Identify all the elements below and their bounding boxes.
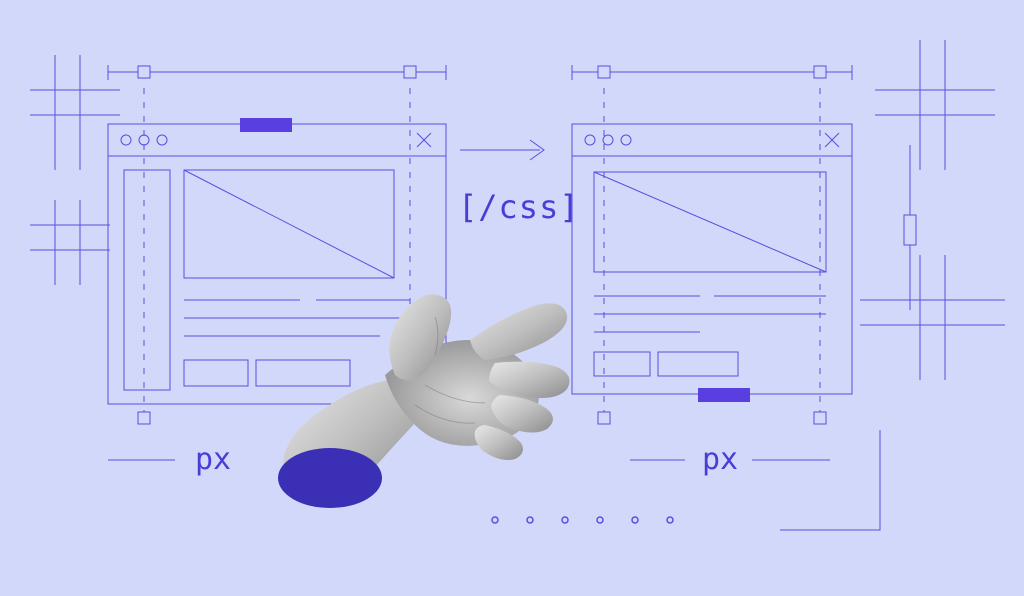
illustration-canvas: [/css] px px: [0, 0, 1024, 596]
unit-label-right: px: [702, 442, 738, 477]
dot-row: [0, 0, 1024, 596]
unit-label-left: px: [195, 442, 231, 477]
css-tag-label: [/css]: [458, 188, 580, 226]
